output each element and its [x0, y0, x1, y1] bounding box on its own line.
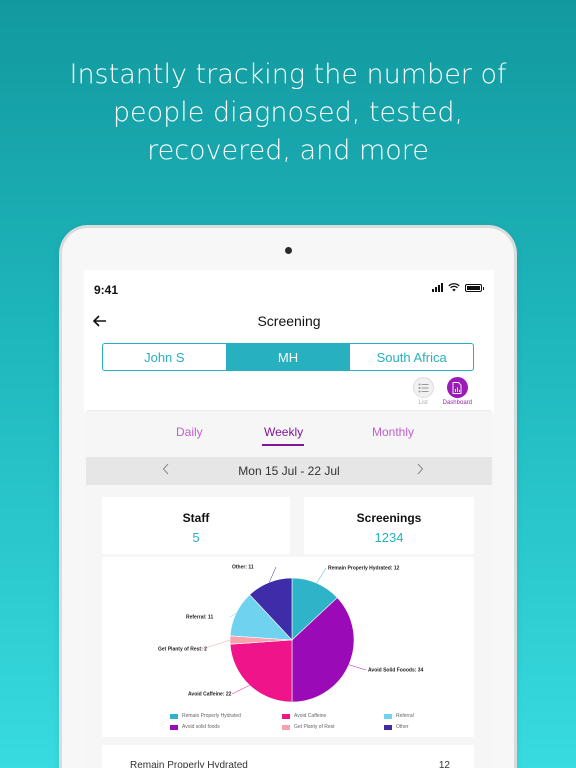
segment-south-africa[interactable]: South Africa: [350, 344, 473, 370]
chevron-right-icon: [417, 463, 424, 475]
app-screen: 9:41 Screening John S MH South Africa Li…: [84, 270, 494, 768]
tab-weekly[interactable]: Weekly: [264, 425, 303, 439]
headline: Instantly tracking the number of people …: [0, 56, 576, 170]
signal-icon: [432, 283, 443, 292]
headline-line-2: people diagnosed, tested,: [112, 97, 464, 128]
pie-slice-label: Remain Properly Hydrated: 12: [328, 566, 400, 572]
legend-label: Avoid Caffeine: [294, 713, 327, 719]
list-icon: [418, 383, 429, 392]
summary-name: Remain Properly Hydrated: [130, 760, 248, 768]
legend-swatch: [170, 724, 178, 730]
period-tabs: Daily Weekly Monthly: [84, 411, 494, 455]
tab-daily[interactable]: Daily: [176, 425, 203, 439]
staff-value: 5: [192, 530, 200, 545]
dashboard-icon: [452, 381, 462, 394]
battery-icon: [465, 283, 484, 292]
legend-item: Avoid Caffeine: [282, 713, 326, 719]
dashboard-view-button[interactable]: Dashboard: [443, 377, 472, 406]
summary-row[interactable]: Remain Properly Hydrated 12: [102, 745, 474, 768]
legend-label: Get Planty of Rest: [294, 724, 335, 730]
pie-leader-line: [231, 685, 250, 695]
pie-chart: Remain Properly Hydrated: 12 Avoid Solid …: [158, 565, 424, 703]
pie-leader-line: [348, 664, 367, 671]
legend-swatch: [282, 724, 290, 730]
active-tab-indicator: [262, 444, 304, 446]
date-range-label: Mon 15 Jul - 22 Jul: [238, 464, 340, 478]
camera-dot: [285, 247, 292, 254]
summary-value: 12: [438, 760, 450, 768]
legend-swatch: [282, 713, 290, 719]
status-icons: [432, 283, 484, 292]
status-bar: 9:41: [84, 270, 494, 306]
status-time: 9:41: [94, 283, 119, 297]
staff-title: Staff: [182, 511, 210, 525]
pie-slice-label: Get Planty of Rest: 2: [158, 647, 207, 653]
pie-slice-label: Other: 11: [232, 565, 254, 571]
page-title: Screening: [257, 313, 321, 329]
screenings-title: Screenings: [356, 511, 422, 525]
list-view-label: List: [418, 400, 428, 406]
wifi-icon: [448, 283, 460, 292]
headline-line-3: recovered, and more: [147, 135, 429, 166]
pie-slice[interactable]: [229, 639, 293, 703]
legend-item: Get Planty of Rest: [282, 724, 335, 730]
pie-slice-label: Avoid Solid Fooods: 34: [368, 668, 424, 674]
legend-item: Avoid solid foods: [170, 724, 220, 730]
dashboard-view-label: Dashboard: [442, 400, 472, 406]
pie-leader-line: [316, 567, 327, 584]
legend-label: Avoid solid foods: [182, 724, 220, 730]
segmented-control: John S MH South Africa: [102, 343, 474, 371]
legend-item: Other: [384, 724, 409, 730]
pie-slice-label: Avoid Caffeine: 22: [188, 692, 232, 698]
list-view-button[interactable]: List: [412, 377, 434, 406]
legend-label: Referral: [396, 713, 414, 719]
screenings-value: 1234: [374, 530, 404, 545]
legend-label: Other: [396, 724, 409, 730]
legend-item: Remain Properly Hydrated: [170, 713, 241, 719]
legend-swatch: [170, 713, 178, 719]
legend-swatch: [384, 713, 392, 719]
segment-mh[interactable]: MH: [226, 344, 351, 370]
legend-item: Referral: [384, 713, 414, 719]
headline-line-1: Instantly tracking the number of: [69, 59, 507, 90]
tab-monthly[interactable]: Monthly: [372, 425, 414, 439]
staff-card: Staff 5: [102, 497, 290, 554]
screenings-card: Screenings 1234: [304, 497, 474, 554]
pie-chart-card: Remain Properly Hydrated: 12 Avoid Solid …: [102, 557, 474, 737]
legend-swatch: [384, 724, 392, 730]
date-navigator: Mon 15 Jul - 22 Jul: [86, 457, 492, 485]
next-week-button[interactable]: [416, 462, 424, 478]
dashboard-content: Daily Weekly Monthly Mon 15 Jul - 22 Jul…: [84, 410, 494, 768]
view-toggle: List Dashboard: [412, 377, 472, 406]
segment-john-s[interactable]: John S: [103, 344, 227, 370]
nav-bar: Screening: [84, 306, 494, 338]
legend-label: Remain Properly Hydrated: [182, 713, 241, 719]
pie-slice-label: Referral: 11: [186, 615, 213, 621]
